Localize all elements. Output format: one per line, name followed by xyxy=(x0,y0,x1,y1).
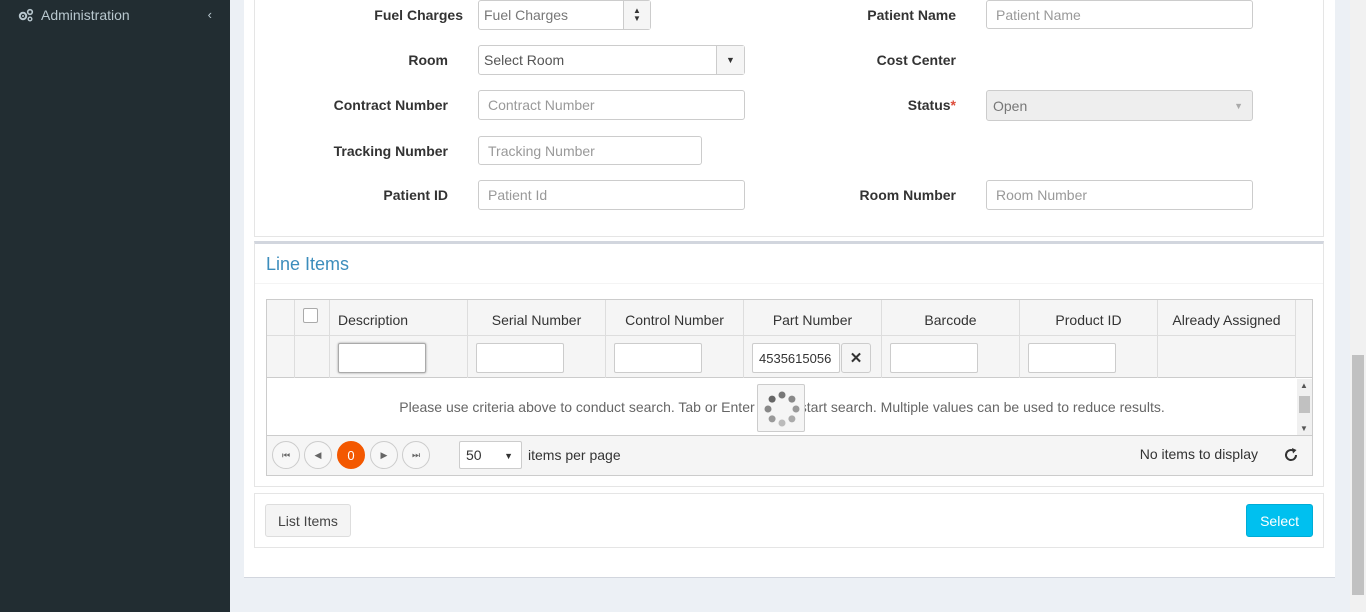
column-header-product-id: Product ID xyxy=(1055,312,1122,328)
scroll-up-icon[interactable]: ▲ xyxy=(1300,381,1308,390)
grid-select-column xyxy=(295,300,330,378)
column-part-number[interactable]: Part Number ✕ xyxy=(744,300,882,378)
fuel-charges-label: Fuel Charges xyxy=(374,7,463,23)
next-page-icon[interactable]: ▶ xyxy=(370,441,398,469)
grid-filter-cell xyxy=(1020,335,1157,378)
room-number-label: Room Number xyxy=(859,187,956,203)
last-page-icon[interactable]: ⏭ xyxy=(402,441,430,469)
column-serial-number[interactable]: Serial Number xyxy=(468,300,606,378)
list-items-button[interactable]: List Items xyxy=(265,504,351,537)
column-barcode[interactable]: Barcode xyxy=(882,300,1020,378)
column-header-already-assigned: Already Assigned xyxy=(1172,312,1281,328)
required-mark: * xyxy=(950,97,956,113)
column-header-barcode: Barcode xyxy=(924,312,977,328)
status-select[interactable]: Open ▼ xyxy=(986,90,1253,121)
divider xyxy=(255,283,1323,284)
column-header-description: Description xyxy=(338,312,409,328)
line-items-title: Line Items xyxy=(266,254,350,274)
grid-filter-cell xyxy=(1158,335,1295,378)
gears-icon xyxy=(18,8,34,22)
room-number-input[interactable] xyxy=(986,180,1253,210)
tracking-number-label: Tracking Number xyxy=(333,143,448,159)
line-items-panel: Line Items Description Serial Number Con… xyxy=(254,241,1324,487)
loading-spinner-icon xyxy=(757,384,805,432)
barcode-filter-input[interactable] xyxy=(890,343,978,373)
patient-id-label: Patient ID xyxy=(383,187,448,203)
contract-number-label: Contract Number xyxy=(333,97,448,113)
select-all-checkbox[interactable] xyxy=(303,308,318,323)
chevron-left-icon: ‹ xyxy=(207,7,212,22)
product-id-filter-input[interactable] xyxy=(1028,343,1116,373)
patient-id-input[interactable] xyxy=(478,180,745,210)
scroll-thumb[interactable] xyxy=(1299,396,1310,413)
caret-down-icon: ▼ xyxy=(716,46,744,74)
cost-center-label: Cost Center xyxy=(876,52,956,68)
grid-filter-cell xyxy=(882,335,1019,378)
main-content: Fuel Charges Fuel Charges ▲ ▼ Patient Nam… xyxy=(230,0,1350,612)
patient-name-input[interactable] xyxy=(986,0,1253,29)
fuel-charges-stepper[interactable]: Fuel Charges ▲ ▼ xyxy=(478,0,651,30)
refresh-icon[interactable] xyxy=(1282,446,1300,464)
column-header-control-number: Control Number xyxy=(625,312,724,328)
fuel-charges-value: Fuel Charges xyxy=(484,7,569,23)
select-button[interactable]: Select xyxy=(1246,504,1313,537)
grid-filter-cell xyxy=(468,335,605,378)
form-panel: Fuel Charges Fuel Charges ▲ ▼ Patient Nam… xyxy=(254,0,1324,237)
line-items-grid: Description Serial Number Control Number xyxy=(266,299,1313,476)
footer-panel: List Items Select xyxy=(254,493,1324,548)
sidebar-item-administration[interactable]: Administration ‹ xyxy=(0,0,230,30)
part-number-filter-input[interactable] xyxy=(752,343,840,373)
column-product-id[interactable]: Product ID xyxy=(1020,300,1158,378)
column-control-number[interactable]: Control Number xyxy=(606,300,744,378)
grid-pager: ⏮ ◀ 0 ▶ ⏭ 50 ▼ items per page No items t… xyxy=(267,435,1312,475)
scroll-down-icon[interactable]: ▼ xyxy=(1300,424,1308,433)
grid-filter-cell xyxy=(330,335,467,378)
grid-header: Description Serial Number Control Number xyxy=(267,300,1312,378)
contract-number-input[interactable] xyxy=(478,90,745,120)
sidebar: Administration ‹ xyxy=(0,0,230,612)
clear-icon[interactable]: ✕ xyxy=(841,343,871,373)
pager-info: No items to display xyxy=(1139,446,1258,462)
content-box: Fuel Charges Fuel Charges ▲ ▼ Patient Nam… xyxy=(244,0,1335,578)
room-label: Room xyxy=(408,52,448,68)
column-description[interactable]: Description xyxy=(330,300,468,378)
page-scrollbar[interactable] xyxy=(1350,0,1366,612)
grid-handle-column xyxy=(267,300,295,378)
page-size-select[interactable]: 50 ▼ xyxy=(459,441,522,469)
status-label: Status* xyxy=(815,97,956,113)
grid-filter-cell xyxy=(606,335,743,378)
status-select-value: Open xyxy=(993,97,1028,114)
column-already-assigned[interactable]: Already Assigned xyxy=(1158,300,1296,378)
tracking-number-input[interactable] xyxy=(478,136,702,165)
caret-down-icon: ▼ xyxy=(1234,101,1243,111)
column-header-serial-number: Serial Number xyxy=(491,312,582,328)
page-size-value: 50 xyxy=(466,447,482,463)
room-select-value: Select Room xyxy=(484,52,565,68)
grid-filter-cell xyxy=(267,335,294,378)
serial-number-filter-input[interactable] xyxy=(476,343,564,373)
caret-down-icon: ▼ xyxy=(504,451,513,461)
sidebar-item-label: Administration xyxy=(41,7,130,23)
control-number-filter-input[interactable] xyxy=(614,343,702,373)
description-filter-input[interactable] xyxy=(338,343,426,373)
grid-scrollbar[interactable]: ▲ ▼ xyxy=(1297,379,1312,435)
prev-page-icon[interactable]: ◀ xyxy=(304,441,332,469)
items-per-page-label: items per page xyxy=(528,447,621,463)
current-page-button[interactable]: 0 xyxy=(337,441,365,469)
status-label-text: Status xyxy=(907,97,951,113)
first-page-icon[interactable]: ⏮ xyxy=(272,441,300,469)
grid-filter-cell xyxy=(295,335,329,378)
page-scroll-thumb[interactable] xyxy=(1352,355,1364,595)
column-header-part-number: Part Number xyxy=(772,312,853,328)
room-select[interactable]: Select Room ▼ xyxy=(478,45,745,75)
grid-filter-cell: ✕ xyxy=(744,335,881,378)
up-down-icon[interactable]: ▲ ▼ xyxy=(623,1,650,29)
patient-name-label: Patient Name xyxy=(867,7,956,23)
